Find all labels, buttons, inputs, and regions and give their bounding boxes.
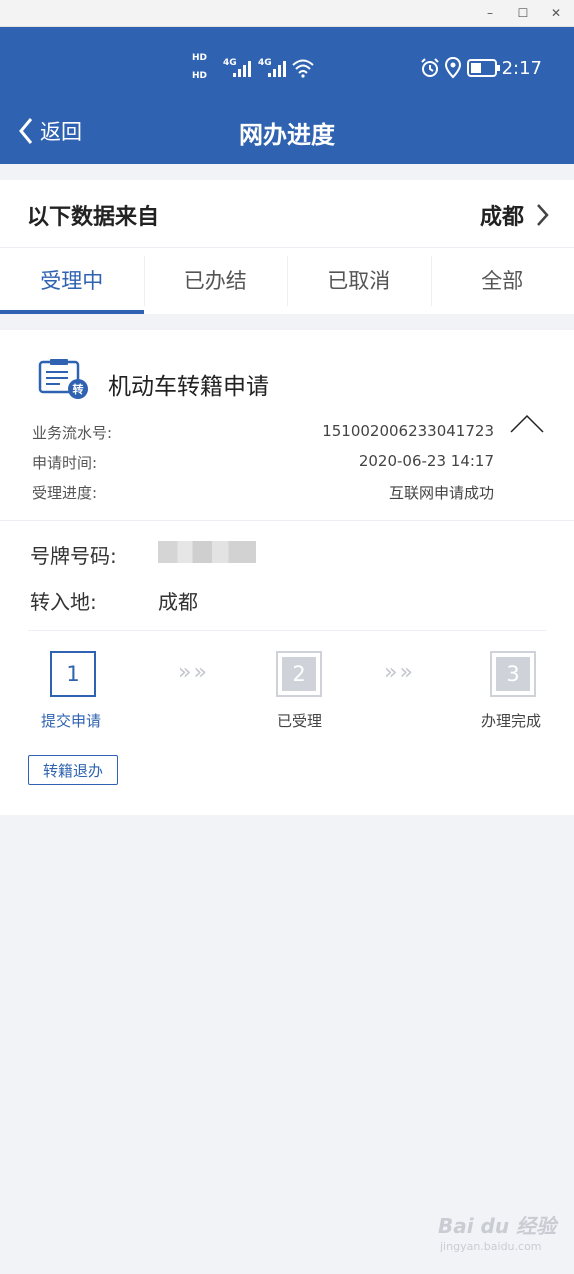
apply-time-label: 申请时间: [32, 454, 98, 472]
status-bar: HD HD 4G 4G 2:17 [0, 27, 574, 107]
chevron-up-icon[interactable] [510, 414, 544, 434]
data-source-row[interactable]: 以下数据来自 成都 [0, 180, 574, 248]
step-1-number: 1 [66, 662, 80, 686]
baidu-watermark-url: jingyan.baidu.com [440, 1240, 542, 1253]
maximize-button[interactable]: ☐ [510, 4, 536, 22]
transfer-cancel-button[interactable]: 转籍退办 [28, 755, 118, 785]
card-divider [0, 520, 574, 521]
location-icon [445, 57, 461, 79]
signal2-icon [268, 61, 286, 77]
baidu-watermark: Bai du 经验 [438, 1214, 557, 1238]
source-label: 以下数据来自 [27, 205, 160, 230]
tab-completed[interactable]: 已办结 [143, 248, 288, 314]
step-2-box: 2 [276, 651, 322, 697]
serial-label: 业务流水号: [32, 424, 113, 442]
step-3-number: 3 [496, 657, 530, 691]
step-2-label: 已受理 [277, 712, 323, 730]
step-1-box: 1 [50, 651, 96, 697]
tab-all[interactable]: 全部 [430, 248, 574, 314]
source-city: 成都 [479, 205, 524, 230]
progress-value: 互联网申请成功 [388, 484, 494, 502]
status-tabs: 受理中 已办结 已取消 全部 [0, 248, 574, 314]
tab-processing[interactable]: 受理中 [0, 248, 144, 314]
clock: 2:17 [501, 58, 542, 79]
step-arrow-1: »» [178, 660, 209, 685]
destination-value: 成都 [158, 590, 198, 614]
window-titlebar: – ☐ ✕ [0, 0, 574, 27]
hd1-indicator: HD [192, 53, 208, 63]
serial-value: 151002006233041723 [322, 422, 494, 440]
application-title: 机动车转籍申请 [108, 374, 269, 400]
transfer-badge: 转 [72, 383, 84, 396]
step-1-label: 提交申请 [41, 712, 102, 730]
close-button[interactable]: ✕ [543, 4, 569, 22]
step-arrow-2: »» [384, 660, 415, 685]
battery-icon [467, 59, 500, 77]
app-header: HD HD 4G 4G 2:17 返回 网办进度 [0, 27, 574, 164]
step-3-box: 3 [490, 651, 536, 697]
progress-label: 受理进度: [32, 484, 98, 502]
tab-cancelled[interactable]: 已取消 [287, 248, 431, 314]
steps-divider [28, 630, 546, 631]
destination-label: 转入地: [30, 590, 97, 614]
hd2-indicator: HD [192, 71, 208, 81]
alarm-icon [421, 58, 439, 77]
apply-time-value: 2020-06-23 14:17 [358, 452, 494, 470]
plate-value-masked [158, 541, 256, 563]
wifi-icon [292, 59, 314, 78]
step-2-number: 2 [282, 657, 316, 691]
step-3-label: 办理完成 [481, 712, 542, 730]
plate-label: 号牌号码: [30, 544, 117, 568]
chevron-right-icon [537, 204, 549, 226]
signal1-icon [233, 61, 251, 77]
page-title: 网办进度 [239, 121, 335, 149]
document-icon: 转 [38, 358, 90, 402]
minimize-button[interactable]: – [477, 4, 503, 22]
application-card: 转 机动车转籍申请 业务流水号: 151002006233041723 申请时间… [0, 330, 574, 815]
nav-bar: 返回 网办进度 [0, 107, 574, 164]
